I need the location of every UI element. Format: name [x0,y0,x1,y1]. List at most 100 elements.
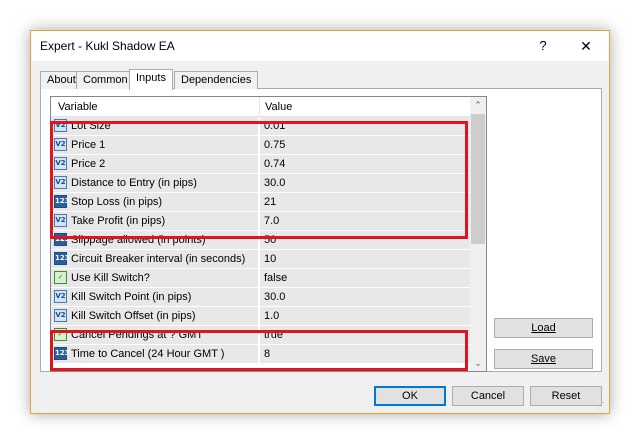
value-cell[interactable]: 50 [260,231,470,249]
table-row[interactable]: 123 Circuit Breaker interval (in seconds)… [51,250,470,269]
grid-rows: V2 Lot Size 0.01 V2 Price 1 0.75 V2 Price 2 0.74… [51,117,470,364]
double-icon: V2 [54,214,67,227]
value-cell[interactable]: 21 [260,193,470,211]
table-row[interactable]: 123 Time to Cancel (24 Hour GMT ) 8 [51,345,470,364]
variable-cell[interactable]: ✓ Cancel Pendings at ? GMT [51,326,259,344]
value-cell[interactable]: true [260,326,470,344]
table-row[interactable]: 123 Slippage allowed (in points) 50 [51,231,470,250]
variable-name: Lot Size [71,120,111,132]
variable-cell[interactable]: 123 Circuit Breaker interval (in seconds) [51,250,259,268]
integer-icon: 123 [54,233,70,246]
table-row[interactable]: V2 Take Profit (in pips) 7.0 [51,212,470,231]
expert-dialog: Expert - Kukl Shadow EA ? ✕ About Common… [30,30,610,414]
variable-name: Circuit Breaker interval (in seconds) [71,253,246,265]
variable-name: Kill Switch Point (in pips) [71,291,192,303]
scroll-down-arrow-icon[interactable]: ⌄ [470,355,486,371]
column-header-value[interactable]: Value [265,101,292,113]
value-cell[interactable]: 1.0 [260,307,470,325]
variable-value: true [264,329,283,341]
title-bar: Expert - Kukl Shadow EA ? ✕ [31,31,609,61]
variable-value: 0.75 [264,139,286,151]
tab-inputs[interactable]: Inputs [129,69,173,90]
double-icon: V2 [54,119,67,132]
value-cell[interactable]: 30.0 [260,174,470,192]
boolean-icon: ✓ [54,328,67,341]
variable-cell[interactable]: V2 Price 2 [51,155,259,173]
value-cell[interactable]: false [260,269,470,287]
integer-icon: 123 [54,252,70,265]
variable-cell[interactable]: V2 Distance to Entry (in pips) [51,174,259,192]
inputs-grid[interactable]: Variable Value V2 Lot Size 0.01 V2 Price 1 0.… [50,96,487,372]
variable-value: 7.0 [264,215,280,227]
reset-button[interactable]: Reset [530,386,602,406]
cancel-button[interactable]: Cancel [452,386,524,406]
variable-cell[interactable]: 123 Slippage allowed (in points) [51,231,259,249]
variable-value: 0.01 [264,120,286,132]
save-button[interactable]: Save [494,349,593,369]
table-row[interactable]: V2 Price 2 0.74 [51,155,470,174]
table-row[interactable]: V2 Distance to Entry (in pips) 30.0 [51,174,470,193]
variable-cell[interactable]: 123 Time to Cancel (24 Hour GMT ) [51,345,259,363]
double-icon: V2 [54,309,67,322]
variable-value: 1.0 [264,310,280,322]
load-button[interactable]: Load [494,318,593,338]
table-row[interactable]: V2 Lot Size 0.01 [51,117,470,136]
table-row[interactable]: V2 Kill Switch Offset (in pips) 1.0 [51,307,470,326]
variable-cell[interactable]: V2 Price 1 [51,136,259,154]
column-header-variable[interactable]: Variable [58,101,98,113]
variable-name: Use Kill Switch? [71,272,150,284]
variable-name: Distance to Entry (in pips) [71,177,197,189]
tab-dependencies[interactable]: Dependencies [174,71,259,89]
close-button[interactable]: ✕ [571,35,601,57]
tab-common[interactable]: Common [76,71,135,89]
variable-name: Cancel Pendings at ? GMT [71,329,204,341]
table-row[interactable]: V2 Price 1 0.75 [51,136,470,155]
value-cell[interactable]: 8 [260,345,470,363]
load-button-label: Load [531,322,556,334]
variable-value: 30.0 [264,291,286,303]
variable-name: Price 2 [71,158,106,170]
variable-value: 21 [264,196,277,208]
variable-value: false [264,272,288,284]
help-button[interactable]: ? [528,35,558,57]
variable-name: Slippage allowed (in points) [71,234,206,246]
double-icon: V2 [54,176,67,189]
variable-cell[interactable]: V2 Lot Size [51,117,259,135]
scrollbar-thumb[interactable] [471,114,485,244]
scroll-up-arrow-icon[interactable]: ⌃ [470,97,486,113]
table-row[interactable]: ✓ Cancel Pendings at ? GMT true [51,326,470,345]
variable-cell[interactable]: V2 Kill Switch Offset (in pips) [51,307,259,325]
integer-icon: 123 [54,195,70,208]
variable-value: 10 [264,253,277,265]
variable-name: Kill Switch Offset (in pips) [71,310,196,322]
grid-header: Variable Value [51,97,470,117]
ok-button[interactable]: OK [374,386,446,406]
vertical-scrollbar[interactable]: ⌃ ⌄ [470,97,486,371]
variable-value: 8 [264,348,271,360]
table-row[interactable]: 123 Stop Loss (in pips) 21 [51,193,470,212]
variable-cell[interactable]: ✓ Use Kill Switch? [51,269,259,287]
variable-cell[interactable]: 123 Stop Loss (in pips) [51,193,259,211]
variable-name: Stop Loss (in pips) [71,196,163,208]
resize-grip-icon[interactable]: ⋰ [597,401,607,411]
variable-value: 0.74 [264,158,286,170]
variable-value: 30.0 [264,177,286,189]
value-cell[interactable]: 7.0 [260,212,470,230]
variable-cell[interactable]: V2 Take Profit (in pips) [51,212,259,230]
value-cell[interactable]: 0.01 [260,117,470,135]
value-cell[interactable]: 10 [260,250,470,268]
value-cell[interactable]: 30.0 [260,288,470,306]
table-row[interactable]: V2 Kill Switch Point (in pips) 30.0 [51,288,470,307]
double-icon: V2 [54,157,67,170]
save-button-label: Save [530,353,557,365]
variable-name: Price 1 [71,139,106,151]
variable-name: Time to Cancel (24 Hour GMT ) [71,348,225,360]
variable-cell[interactable]: V2 Kill Switch Point (in pips) [51,288,259,306]
value-cell[interactable]: 0.74 [260,155,470,173]
window-title: Expert - Kukl Shadow EA [40,39,175,53]
column-divider[interactable] [259,97,260,117]
variable-name: Take Profit (in pips) [71,215,166,227]
table-row[interactable]: ✓ Use Kill Switch? false [51,269,470,288]
variable-value: 50 [264,234,277,246]
value-cell[interactable]: 0.75 [260,136,470,154]
